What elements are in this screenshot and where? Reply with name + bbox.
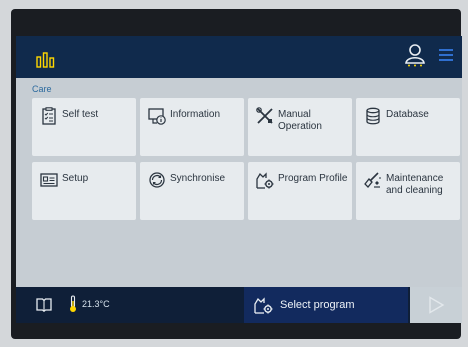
tile-synchronise[interactable]: Synchronise xyxy=(140,162,244,220)
tile-label: Maintenance and cleaning xyxy=(386,173,444,196)
tile-setup[interactable]: Setup xyxy=(32,162,136,220)
tile-label: Program Profile xyxy=(278,173,348,184)
tile-manual-operation[interactable]: Manual Operation xyxy=(248,98,352,156)
info-screen-icon xyxy=(148,108,166,125)
tile-label: Setup xyxy=(62,173,89,184)
database-icon xyxy=(366,107,380,125)
program-profile-icon xyxy=(254,297,273,314)
menu-icon[interactable] xyxy=(438,47,454,63)
tile-self-test[interactable]: Self test xyxy=(32,98,136,156)
tile-maintenance-and-cleaning[interactable]: Maintenance and cleaning xyxy=(356,162,460,220)
bottom-bar: 21.3°C Select program xyxy=(16,287,462,323)
setup-icon xyxy=(40,173,58,187)
synchronise-icon xyxy=(149,172,165,188)
tile-label: Information xyxy=(170,109,221,120)
book-icon[interactable] xyxy=(36,298,52,312)
program-profile-icon xyxy=(256,172,274,189)
tools-icon xyxy=(256,107,273,124)
tile-label: Self test xyxy=(62,109,99,120)
select-program-button[interactable]: Select program xyxy=(244,287,408,323)
clipboard-check-icon xyxy=(42,107,56,125)
breadcrumb: Care xyxy=(32,84,52,94)
touch-screen: Care Self test Information Manual Operat… xyxy=(16,36,462,323)
bar-logo-icon xyxy=(36,52,55,68)
play-icon xyxy=(429,296,445,314)
select-program-label: Select program xyxy=(280,299,355,311)
tile-program-profile[interactable]: Program Profile xyxy=(248,162,352,220)
tile-label: Manual Operation xyxy=(278,109,322,132)
tile-label: Synchronise xyxy=(170,173,226,184)
user-icon[interactable] xyxy=(404,43,426,67)
tile-label: Database xyxy=(386,109,429,120)
tile-information[interactable]: Information xyxy=(140,98,244,156)
top-bar xyxy=(16,36,462,78)
temperature-readout: 21.3°C xyxy=(82,299,110,309)
tile-database[interactable]: Database xyxy=(356,98,460,156)
thermometer-icon xyxy=(70,295,76,312)
start-button[interactable] xyxy=(410,287,462,323)
maintenance-icon xyxy=(364,172,381,188)
